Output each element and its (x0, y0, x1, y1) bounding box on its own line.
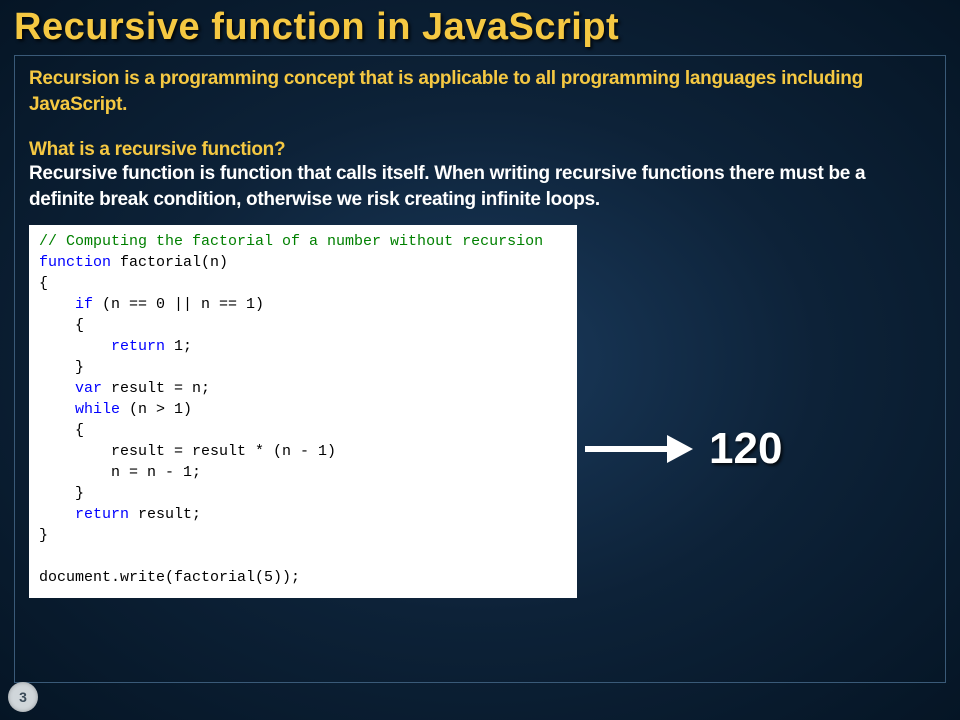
code-text: (n > 1) (120, 401, 192, 418)
arrow-icon (585, 435, 695, 463)
intro-text: Recursion is a programming concept that … (29, 66, 931, 117)
code-comment: // Computing the factorial of a number w… (39, 233, 543, 250)
code-text: { (39, 422, 84, 439)
result-row: 120 (585, 424, 782, 474)
content-box: Recursion is a programming concept that … (14, 55, 946, 683)
code-text: result = n; (102, 380, 210, 397)
page-number-badge: 3 (8, 682, 38, 712)
code-text: result = result * (n - 1) (39, 443, 336, 460)
code-kw: return (39, 338, 165, 355)
code-kw: while (39, 401, 120, 418)
result-value: 120 (709, 424, 782, 474)
code-text: } (39, 527, 48, 544)
code-kw: var (39, 380, 102, 397)
slide-title: Recursive function in JavaScript (0, 0, 960, 53)
code-kw: return (39, 506, 129, 523)
answer-text: Recursive function is function that call… (29, 161, 931, 212)
code-text: (n == 0 || n == 1) (93, 296, 264, 313)
code-text: { (39, 275, 48, 292)
question-heading: What is a recursive function? (29, 139, 931, 161)
code-text: document.write(factorial(5)); (39, 569, 300, 586)
code-text: } (39, 485, 84, 502)
code-text: { (39, 317, 84, 334)
code-kw: function (39, 254, 111, 271)
code-text: result; (129, 506, 201, 523)
code-text: } (39, 359, 84, 376)
code-block: // Computing the factorial of a number w… (29, 225, 577, 598)
code-text: factorial(n) (111, 254, 228, 271)
code-text: n = n - 1; (39, 464, 201, 481)
code-text: 1; (165, 338, 192, 355)
code-kw: if (39, 296, 93, 313)
